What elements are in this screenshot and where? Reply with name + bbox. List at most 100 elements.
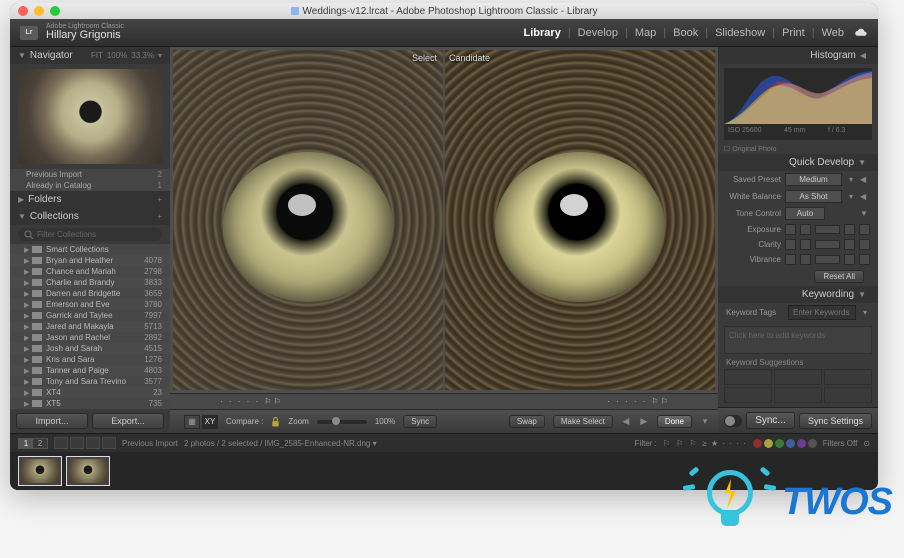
done-button[interactable]: Done [657, 415, 692, 428]
minimize-icon[interactable] [34, 6, 44, 16]
flag-filter-icon[interactable]: ⚐ [689, 439, 696, 448]
secondary-window-toggle[interactable]: 1 2 [18, 438, 48, 449]
collection-row[interactable]: ▶Kris and Sara1276 [10, 354, 170, 365]
color-yellow[interactable] [764, 439, 773, 448]
select-rating-stars[interactable]: · · · · · [220, 397, 260, 406]
nav-fit[interactable]: FIT [91, 51, 103, 60]
vibrance-step[interactable] [844, 254, 855, 265]
view-icon[interactable] [54, 437, 68, 449]
module-develop[interactable]: Develop [578, 27, 618, 39]
keyword-suggestion-cell[interactable] [824, 369, 872, 385]
exposure-plus-large[interactable] [859, 224, 870, 235]
module-slideshow[interactable]: Slideshow [715, 27, 765, 39]
keyword-suggestion-cell[interactable] [724, 387, 772, 403]
module-web[interactable]: Web [822, 27, 844, 39]
next-candidate-icon[interactable]: ▶ [639, 416, 649, 427]
color-red[interactable] [753, 439, 762, 448]
collection-row[interactable]: ▶Josh and Sarah4515 [10, 343, 170, 354]
color-none[interactable] [808, 439, 817, 448]
filmstrip-thumb[interactable] [18, 456, 62, 486]
exposure-minus[interactable] [800, 224, 811, 235]
view-icon[interactable] [70, 437, 84, 449]
exposure-minus-large[interactable] [785, 224, 796, 235]
auto-sync-toggle[interactable] [724, 415, 742, 427]
collection-row[interactable]: ▶Tanner and Paige4803 [10, 365, 170, 376]
reset-all-button[interactable]: Reset All [814, 270, 864, 283]
compare-candidate-cell[interactable]: Candidate [445, 50, 715, 390]
disclosure-icon[interactable]: ▼ [18, 212, 26, 221]
disclosure-icon[interactable]: ▼ [860, 209, 870, 218]
collection-row[interactable]: ▶Jared and Makayla5713 [10, 321, 170, 332]
filmstrip-thumb[interactable] [66, 456, 110, 486]
nav-zoom-value[interactable]: 33.3% [131, 51, 154, 60]
collection-row[interactable]: ▶Chance and Mariah2798 [10, 266, 170, 277]
flag-filter-icon[interactable]: ⚐ [663, 439, 670, 448]
titlebar[interactable]: Weddings-v12.lrcat - Adobe Photoshop Lig… [10, 3, 878, 19]
keyword-tags-dropdown[interactable]: Enter Keywords [788, 305, 856, 320]
close-icon[interactable] [18, 6, 28, 16]
histogram[interactable]: ISO 25600 45 mm f / 6.3 [724, 68, 872, 140]
vibrance-step[interactable] [859, 254, 870, 265]
collection-row[interactable]: ▶Darren and Bridgette3659 [10, 288, 170, 299]
collection-row[interactable]: ▶Bryan and Heather4078 [10, 255, 170, 266]
clarity-step[interactable] [859, 239, 870, 250]
swap-button[interactable]: Swap [509, 415, 545, 428]
view-icon[interactable] [86, 437, 100, 449]
selection-counts[interactable]: 2 photos / 2 selected / IMG_2585-Enhance… [184, 439, 377, 448]
keyword-suggestion-cell[interactable] [724, 369, 772, 385]
candidate-flags[interactable]: ⚐ ⚐ [651, 397, 668, 406]
catalog-row-previous-import[interactable]: Previous Import2 [10, 169, 170, 180]
chevron-down-icon[interactable]: ▾ [860, 308, 870, 317]
vibrance-step[interactable] [785, 254, 796, 265]
grid-view-icon[interactable]: ▦ [184, 415, 200, 429]
cloud-sync-icon[interactable] [854, 28, 868, 38]
filter-lock-icon[interactable]: ⊙ [863, 439, 870, 448]
histogram-header[interactable]: Histogram ◀ [718, 47, 878, 64]
module-map[interactable]: Map [635, 27, 656, 39]
color-green[interactable] [775, 439, 784, 448]
keyword-entry-area[interactable]: Click here to add keywords [724, 326, 872, 354]
window-2[interactable]: 2 [33, 439, 47, 448]
disclosure-icon[interactable]: ▼ [18, 51, 26, 60]
clarity-step[interactable] [800, 239, 811, 250]
qd-wb-value[interactable]: As Shot [785, 190, 842, 203]
collection-row[interactable]: ▶Jason and Rachel2892 [10, 332, 170, 343]
select-flags[interactable]: ⚐ ⚐ [264, 397, 281, 406]
sync-settings-button[interactable]: Sync Settings [799, 413, 872, 429]
qd-auto-tone-button[interactable]: Auto [785, 207, 825, 220]
compare-view-icon[interactable]: XY [202, 415, 218, 429]
module-print[interactable]: Print [782, 27, 805, 39]
navigator-header[interactable]: ▼ Navigator FIT 100% 33.3% ▾ [10, 47, 170, 64]
module-library[interactable]: Library [524, 27, 561, 39]
flag-filter-icon[interactable]: ⚐ [676, 439, 683, 448]
view-icon[interactable] [102, 437, 116, 449]
zoom-slider[interactable] [317, 420, 367, 424]
clarity-step[interactable] [844, 239, 855, 250]
original-photo-checkbox[interactable]: ☐ Original Photo [718, 144, 878, 154]
exposure-plus[interactable] [844, 224, 855, 235]
catalog-row-already-in[interactable]: Already in Catalog1 [10, 180, 170, 191]
compare-select-cell[interactable]: Select [173, 50, 443, 390]
quick-develop-header[interactable]: Quick Develop ▼ [718, 154, 878, 171]
toolbar-menu-icon[interactable]: ▾ [700, 416, 710, 427]
filters-off-label[interactable]: Filters Off [823, 439, 858, 448]
sync-button[interactable]: Sync... [746, 412, 795, 429]
candidate-rating-stars[interactable]: · · · · · [607, 397, 647, 406]
zoom-sync-button[interactable]: Sync [403, 415, 437, 428]
collection-row[interactable]: ▶XT5735 [10, 398, 170, 409]
window-1[interactable]: 1 [19, 439, 33, 448]
collection-row[interactable]: ▶Garrick and Taylee7997 [10, 310, 170, 321]
folders-header[interactable]: ▶ Folders + [10, 191, 170, 208]
zoom-lock-icon[interactable] [271, 417, 280, 427]
collection-row[interactable]: ▶Tony and Sara Trevino3577 [10, 376, 170, 387]
collection-row[interactable]: ▶Emerson and Eve3780 [10, 299, 170, 310]
color-purple[interactable] [797, 439, 806, 448]
collections-filter-input[interactable]: Filter Collections [18, 228, 162, 241]
collection-row[interactable]: ▶XT423 [10, 387, 170, 398]
keywording-header[interactable]: Keywording ▼ [718, 286, 878, 303]
import-button[interactable]: Import... [16, 413, 88, 429]
vibrance-step[interactable] [800, 254, 811, 265]
export-button[interactable]: Export... [92, 413, 164, 429]
keyword-suggestion-cell[interactable] [774, 387, 822, 403]
folders-add-icon[interactable]: + [157, 195, 162, 204]
